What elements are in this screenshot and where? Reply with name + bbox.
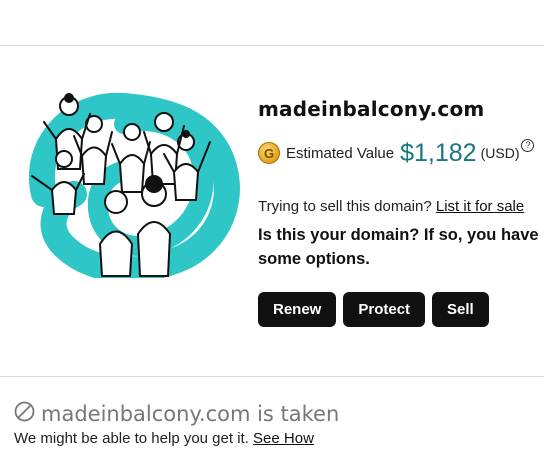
sell-button[interactable]: Sell	[432, 292, 489, 327]
godaddy-coin-icon: G	[258, 142, 280, 164]
sell-prompt-text: Trying to sell this domain?	[258, 198, 432, 215]
domain-taken-title: madeinbalcony.com is taken	[41, 402, 340, 426]
crowd-illustration	[14, 84, 250, 283]
estimated-value-label: Estimated Value	[286, 144, 395, 162]
list-for-sale-link[interactable]: List it for sale	[436, 198, 524, 215]
estimated-value-row: G Estimated Value $1,182 (USD) ?	[258, 136, 535, 170]
prohibited-icon	[14, 401, 35, 427]
action-buttons: Renew Protect Sell	[258, 292, 489, 327]
protect-button[interactable]: Protect	[343, 292, 426, 327]
help-get-domain-line: We might be able to help you get it. See…	[14, 430, 314, 447]
renew-button[interactable]: Renew	[258, 292, 337, 327]
see-how-link[interactable]: See How	[253, 430, 314, 447]
domain-name-heading: madeinbalcony.com	[258, 97, 485, 121]
bottom-divider	[0, 376, 544, 377]
sell-prompt: Trying to sell this domain? List it for …	[258, 198, 524, 215]
currency-label: (USD)	[480, 145, 520, 161]
estimated-value-amount: $1,182	[400, 138, 477, 167]
help-text: We might be able to help you get it.	[14, 430, 249, 447]
domain-taken-row: madeinbalcony.com is taken	[14, 401, 339, 427]
question-mark-icon[interactable]: ?	[521, 138, 535, 152]
top-divider	[0, 45, 544, 46]
ownership-prompt: Is this your domain? If so, you have som…	[258, 226, 539, 268]
